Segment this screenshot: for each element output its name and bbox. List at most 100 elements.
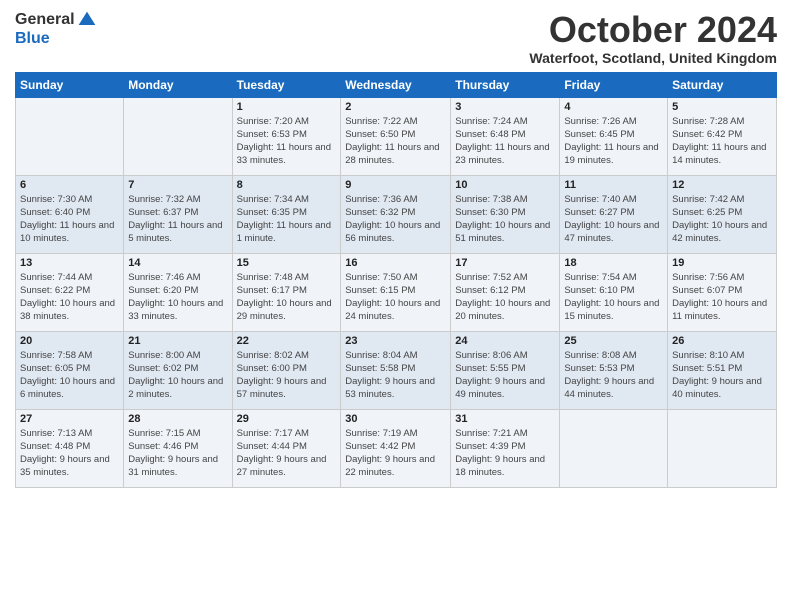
calendar-week-row: 13Sunrise: 7:44 AMSunset: 6:22 PMDayligh… [16,253,777,331]
table-row: 4Sunrise: 7:26 AMSunset: 6:45 PMDaylight… [560,97,668,175]
calendar-week-row: 1Sunrise: 7:20 AMSunset: 6:53 PMDaylight… [16,97,777,175]
table-row [124,97,232,175]
day-detail: Sunrise: 7:54 AMSunset: 6:10 PMDaylight:… [564,271,663,324]
logo-blue-text: Blue [15,30,50,48]
day-detail: Sunrise: 8:06 AMSunset: 5:55 PMDaylight:… [455,349,555,402]
table-row: 8 Sunrise: 7:34 AMSunset: 6:35 PMDaylight… [232,175,341,253]
day-detail: Sunrise: 7:38 AMSunset: 6:30 PMDaylight:… [455,193,555,246]
table-row: 5 Sunrise: 7:28 AMSunset: 6:42 PMDaylight… [668,97,777,175]
day-number: 2 [345,101,446,113]
day-number: 31 [455,413,555,425]
table-row: 20 Sunrise: 7:58 AMSunset: 6:05 PMDayligh… [16,331,124,409]
header-monday: Monday [124,72,232,97]
day-detail: Sunrise: 7:32 AMSunset: 6:37 PMDaylight:… [128,193,227,246]
day-number: 6 [20,179,119,191]
table-row: 7Sunrise: 7:32 AMSunset: 6:37 PMDaylight… [124,175,232,253]
day-detail: Sunrise: 7:13 AMSunset: 4:48 PMDaylight:… [20,427,119,480]
day-number: 5 [672,101,772,113]
day-detail: Sunrise: 7:28 AMSunset: 6:42 PMDaylight:… [672,115,772,168]
day-detail: Sunrise: 7:34 AMSunset: 6:35 PMDaylight:… [237,193,337,246]
day-number: 19 [672,257,772,269]
table-row: 14 Sunrise: 7:46 AMSunset: 6:20 PMDayligh… [124,253,232,331]
day-number: 21 [128,335,227,347]
table-row: 22 Sunrise: 8:02 AMSunset: 6:00 PMDayligh… [232,331,341,409]
day-number: 17 [455,257,555,269]
day-detail: Sunrise: 7:22 AMSunset: 6:50 PMDaylight:… [345,115,446,168]
page: General Blue October 2024 Waterfoot, Sco… [0,0,792,612]
day-number: 16 [345,257,446,269]
table-row: 23 Sunrise: 8:04 AMSunset: 5:58 PMDayligh… [341,331,451,409]
day-number: 9 [345,179,446,191]
table-row: 19 Sunrise: 7:56 AMSunset: 6:07 PMDayligh… [668,253,777,331]
logo: General Blue [15,10,97,48]
header: General Blue October 2024 Waterfoot, Sco… [15,10,777,66]
header-sunday: Sunday [16,72,124,97]
day-detail: Sunrise: 8:02 AMSunset: 6:00 PMDaylight:… [237,349,337,402]
day-number: 18 [564,257,663,269]
day-number: 25 [564,335,663,347]
day-detail: Sunrise: 7:24 AMSunset: 6:48 PMDaylight:… [455,115,555,168]
table-row: 13Sunrise: 7:44 AMSunset: 6:22 PMDayligh… [16,253,124,331]
day-number: 22 [237,335,337,347]
header-thursday: Thursday [451,72,560,97]
table-row [560,409,668,487]
table-row: 27Sunrise: 7:13 AMSunset: 4:48 PMDayligh… [16,409,124,487]
day-number: 12 [672,179,772,191]
day-number: 8 [237,179,337,191]
table-row [16,97,124,175]
header-friday: Friday [560,72,668,97]
calendar-header-row: Sunday Monday Tuesday Wednesday Thursday… [16,72,777,97]
day-detail: Sunrise: 7:56 AMSunset: 6:07 PMDaylight:… [672,271,772,324]
table-row: 25 Sunrise: 8:08 AMSunset: 5:53 PMDayligh… [560,331,668,409]
header-wednesday: Wednesday [341,72,451,97]
header-saturday: Saturday [668,72,777,97]
day-number: 28 [128,413,227,425]
day-detail: Sunrise: 7:58 AMSunset: 6:05 PMDaylight:… [20,349,119,402]
day-number: 4 [564,101,663,113]
day-number: 13 [20,257,119,269]
day-number: 14 [128,257,227,269]
table-row: 30Sunrise: 7:19 AMSunset: 4:42 PMDayligh… [341,409,451,487]
table-row: 28 Sunrise: 7:15 AMSunset: 4:46 PMDayligh… [124,409,232,487]
day-number: 26 [672,335,772,347]
day-detail: Sunrise: 7:21 AMSunset: 4:39 PMDaylight:… [455,427,555,480]
table-row: 18 Sunrise: 7:54 AMSunset: 6:10 PMDayligh… [560,253,668,331]
calendar-week-row: 20 Sunrise: 7:58 AMSunset: 6:05 PMDayligh… [16,331,777,409]
day-detail: Sunrise: 8:08 AMSunset: 5:53 PMDaylight:… [564,349,663,402]
day-detail: Sunrise: 8:10 AMSunset: 5:51 PMDaylight:… [672,349,772,402]
day-detail: Sunrise: 8:00 AMSunset: 6:02 PMDaylight:… [128,349,227,402]
day-detail: Sunrise: 7:17 AMSunset: 4:44 PMDaylight:… [237,427,337,480]
logo-general-text: General [15,11,75,29]
day-detail: Sunrise: 7:52 AMSunset: 6:12 PMDaylight:… [455,271,555,324]
table-row [668,409,777,487]
table-row: 15 Sunrise: 7:48 AMSunset: 6:17 PMDayligh… [232,253,341,331]
day-number: 10 [455,179,555,191]
day-number: 15 [237,257,337,269]
table-row: 21 Sunrise: 8:00 AMSunset: 6:02 PMDayligh… [124,331,232,409]
day-detail: Sunrise: 7:15 AMSunset: 4:46 PMDaylight:… [128,427,227,480]
logo-icon [77,10,97,30]
table-row: 1Sunrise: 7:20 AMSunset: 6:53 PMDaylight… [232,97,341,175]
day-detail: Sunrise: 8:04 AMSunset: 5:58 PMDaylight:… [345,349,446,402]
day-detail: Sunrise: 7:46 AMSunset: 6:20 PMDaylight:… [128,271,227,324]
day-number: 29 [237,413,337,425]
table-row: 26 Sunrise: 8:10 AMSunset: 5:51 PMDayligh… [668,331,777,409]
table-row: 12Sunrise: 7:42 AMSunset: 6:25 PMDayligh… [668,175,777,253]
day-detail: Sunrise: 7:48 AMSunset: 6:17 PMDaylight:… [237,271,337,324]
day-number: 1 [237,101,337,113]
table-row: 2 Sunrise: 7:22 AMSunset: 6:50 PMDaylight… [341,97,451,175]
table-row: 17 Sunrise: 7:52 AMSunset: 6:12 PMDayligh… [451,253,560,331]
calendar-week-row: 27Sunrise: 7:13 AMSunset: 4:48 PMDayligh… [16,409,777,487]
location: Waterfoot, Scotland, United Kingdom [529,50,777,66]
table-row: 16 Sunrise: 7:50 AMSunset: 6:15 PMDayligh… [341,253,451,331]
day-detail: Sunrise: 7:50 AMSunset: 6:15 PMDaylight:… [345,271,446,324]
day-detail: Sunrise: 7:40 AMSunset: 6:27 PMDaylight:… [564,193,663,246]
day-number: 11 [564,179,663,191]
day-number: 23 [345,335,446,347]
day-number: 20 [20,335,119,347]
calendar: Sunday Monday Tuesday Wednesday Thursday… [15,72,777,488]
table-row: 6Sunrise: 7:30 AMSunset: 6:40 PMDaylight… [16,175,124,253]
day-number: 3 [455,101,555,113]
day-number: 24 [455,335,555,347]
table-row: 3 Sunrise: 7:24 AMSunset: 6:48 PMDaylight… [451,97,560,175]
